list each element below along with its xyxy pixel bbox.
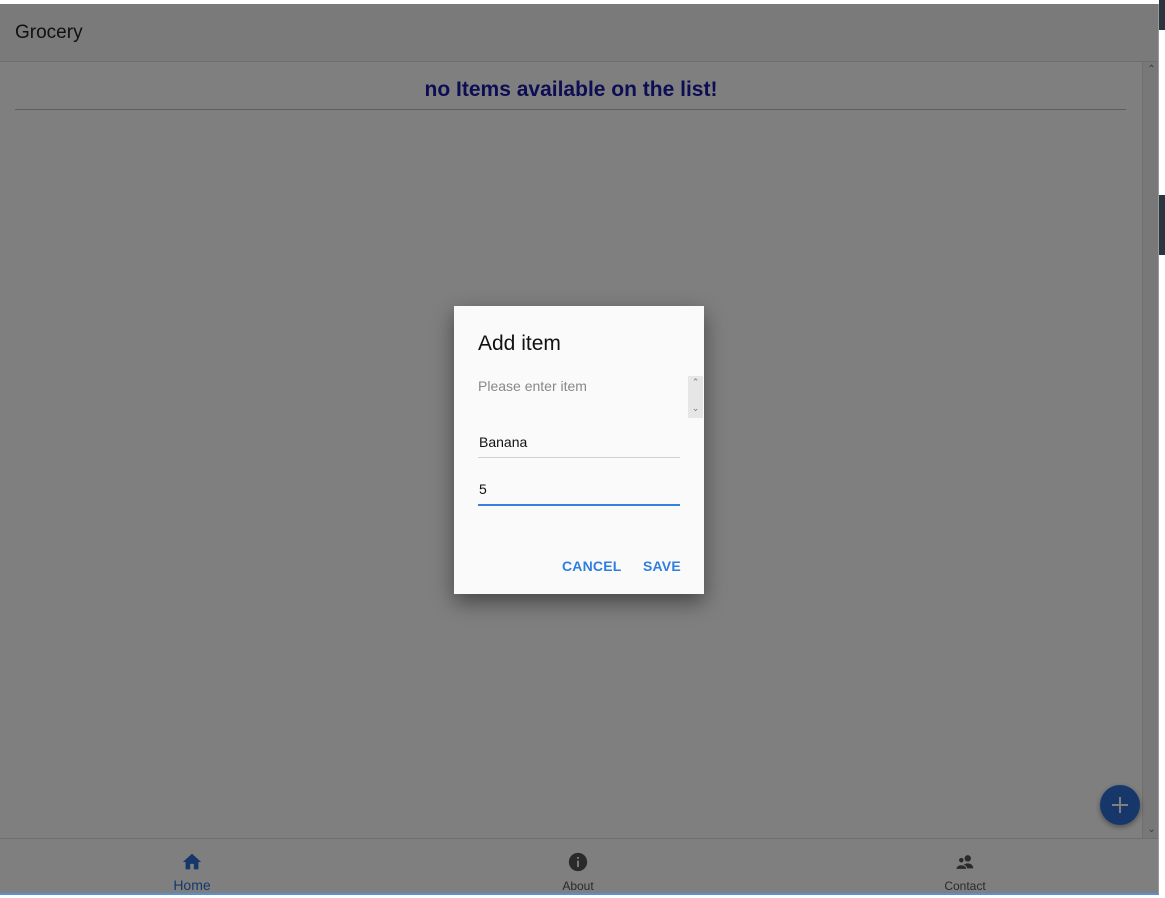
dialog-message-scrollbar[interactable]: ⌃ ⌄ <box>688 376 703 418</box>
quantity-field[interactable] <box>478 474 680 506</box>
background-window-edge <box>1159 0 1165 898</box>
background-window-dark-band-2 <box>1159 195 1165 255</box>
dialog-message: Please enter item <box>478 378 587 394</box>
scroll-up-icon[interactable]: ⌃ <box>690 377 701 388</box>
background-window-dark-band <box>1159 0 1165 30</box>
add-item-dialog: Add item Please enter item ⌃ ⌄ CANCEL SA… <box>454 306 704 594</box>
scroll-down-icon[interactable]: ⌄ <box>690 403 701 414</box>
save-button[interactable]: SAVE <box>643 558 681 574</box>
dialog-title: Add item <box>478 332 561 355</box>
cancel-button[interactable]: CANCEL <box>562 558 622 574</box>
item-name-field[interactable] <box>478 426 680 458</box>
